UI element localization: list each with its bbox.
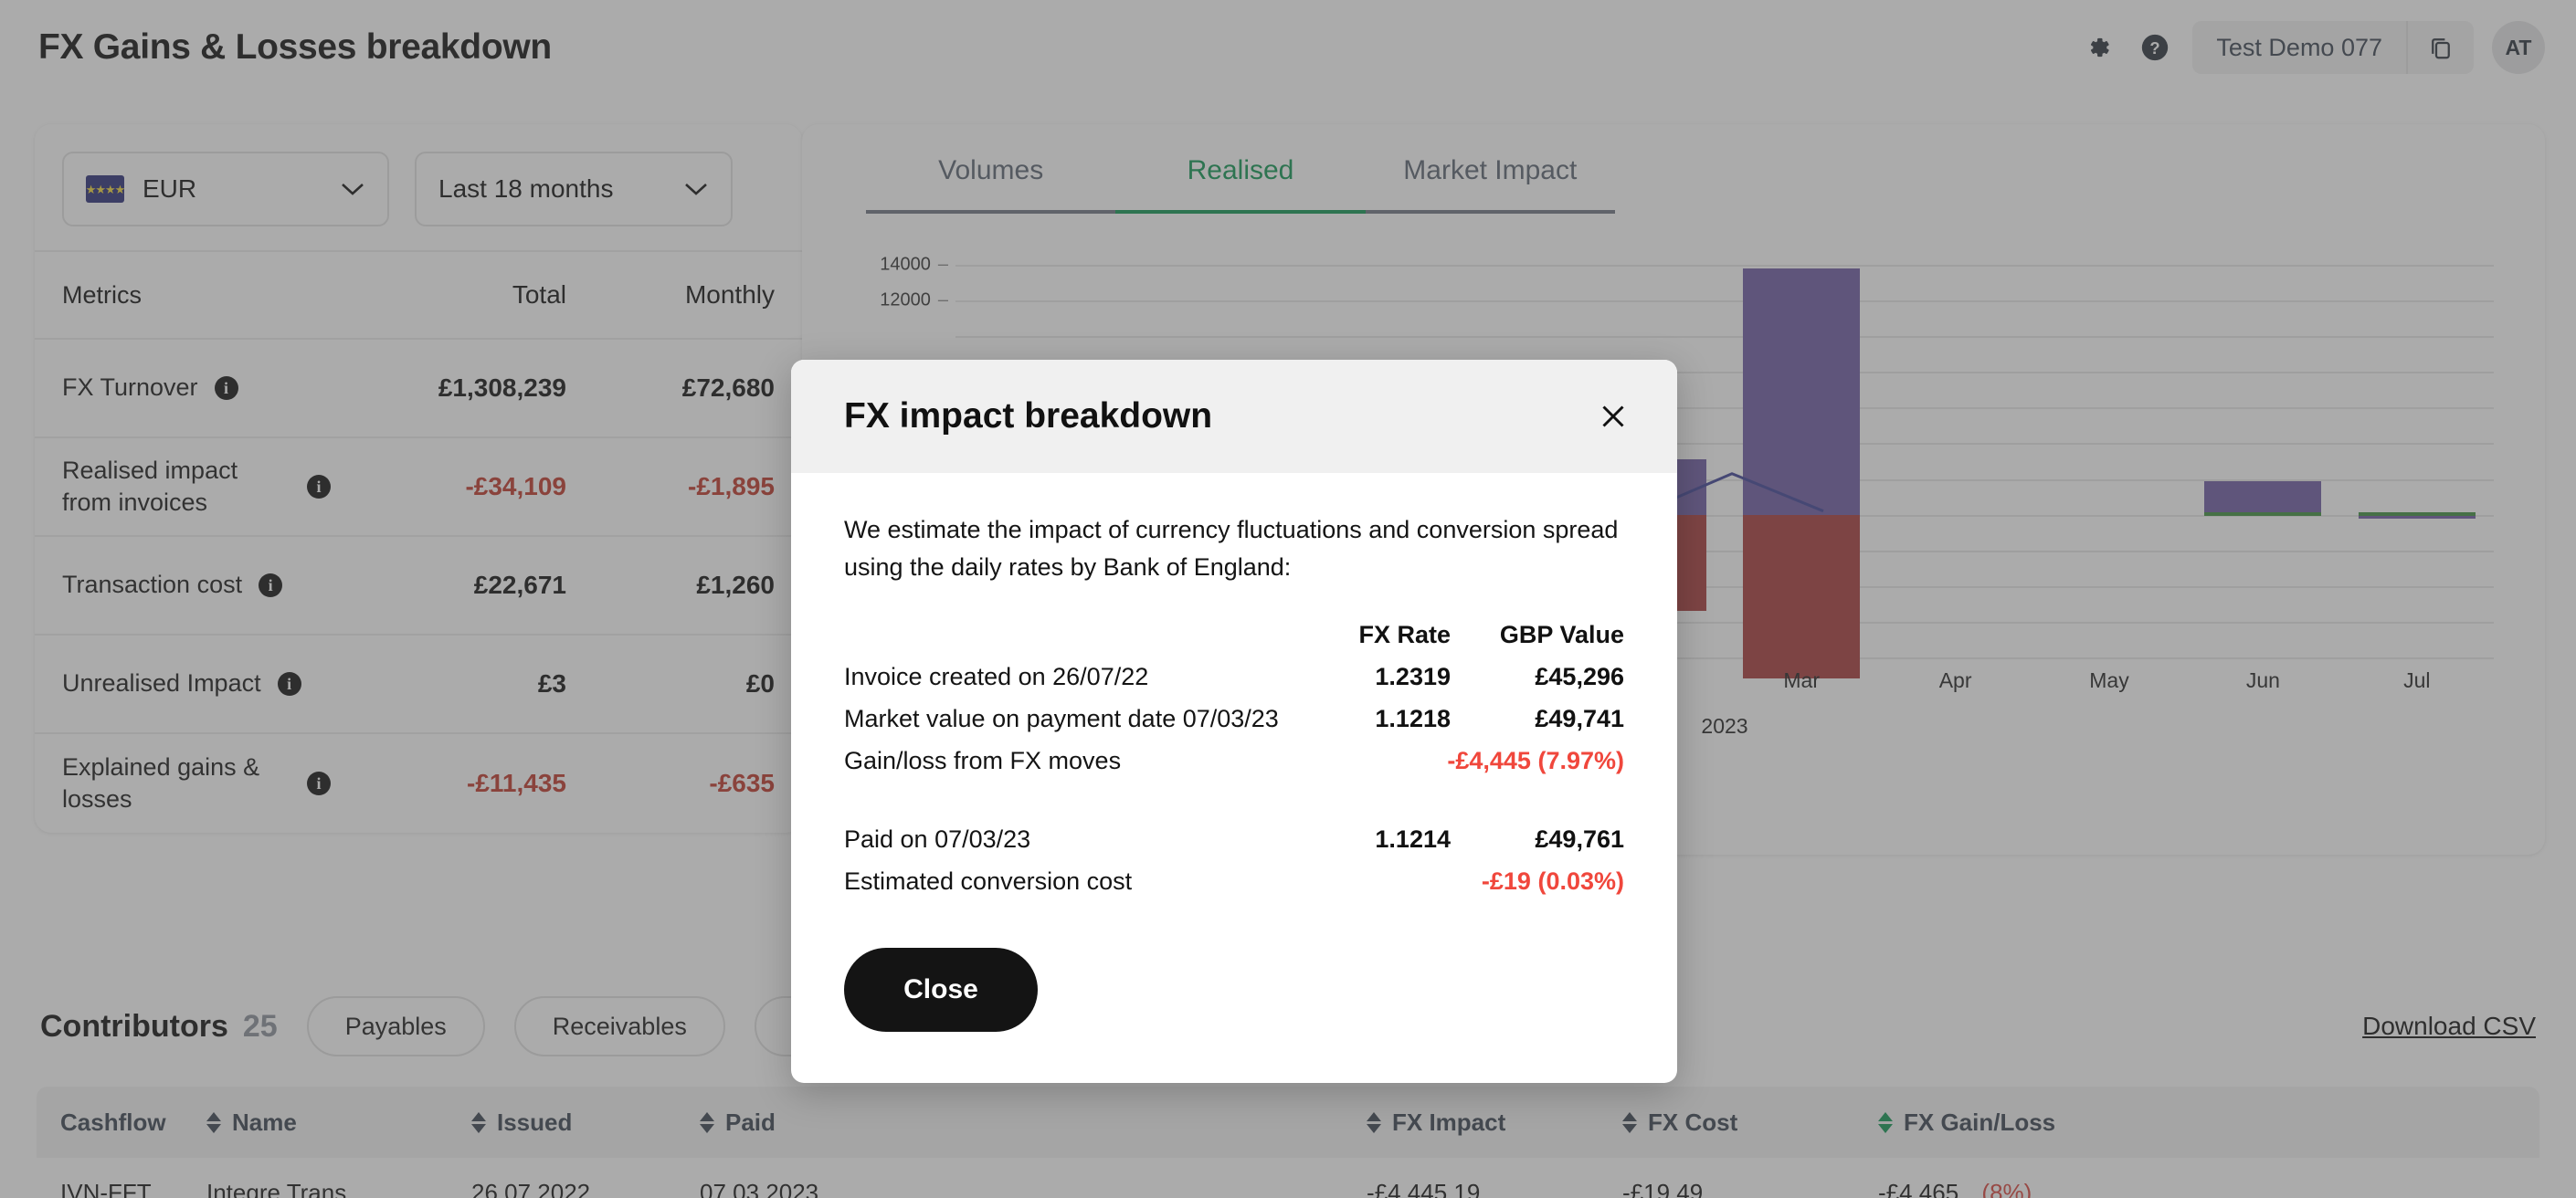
app-root: FX Gains & Losses breakdown ? Test Demo … xyxy=(0,0,2576,1198)
modal-table-header: FX Rate GBP Value xyxy=(844,621,1624,663)
modal-col-gbp-value: GBP Value xyxy=(1451,621,1624,649)
close-icon[interactable] xyxy=(1593,396,1633,436)
modal-col-fx-rate: FX Rate xyxy=(1314,621,1451,649)
modal-body: We estimate the impact of currency fluct… xyxy=(791,473,1677,909)
close-button[interactable]: Close xyxy=(844,948,1038,1032)
modal-title: FX impact breakdown xyxy=(844,396,1212,436)
modal-row-market-value: Market value on payment date 07/03/23 1.… xyxy=(844,705,1624,747)
modal-footer: Close xyxy=(791,909,1677,1083)
modal-rate-table: FX Rate GBP Value Invoice created on 26/… xyxy=(844,621,1624,909)
modal-row-gain-loss: Gain/loss from FX moves -£4,445 (7.97%) xyxy=(844,747,1624,789)
modal-header: FX impact breakdown xyxy=(791,360,1677,473)
modal-intro-text: We estimate the impact of currency fluct… xyxy=(844,511,1624,586)
modal-row-paid: Paid on 07/03/23 1.1214 £49,761 xyxy=(844,825,1624,867)
fx-impact-modal: FX impact breakdown We estimate the impa… xyxy=(791,360,1677,1083)
modal-row-conversion-cost: Estimated conversion cost -£19 (0.03%) xyxy=(844,867,1624,909)
modal-row-invoice-created: Invoice created on 26/07/22 1.2319 £45,2… xyxy=(844,663,1624,705)
